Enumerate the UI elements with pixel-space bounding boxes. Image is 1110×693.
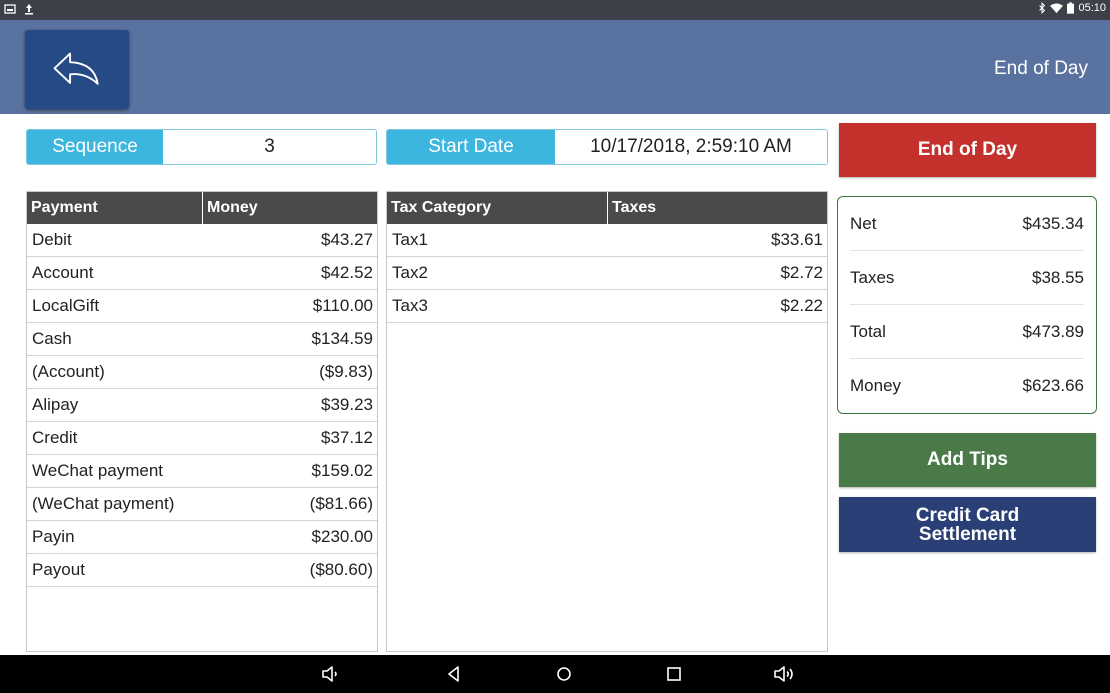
summary-row-net: Net $435.34 — [850, 197, 1084, 251]
start-date-field: Start Date 10/17/2018, 2:59:10 AM — [386, 129, 828, 165]
back-triangle-icon[interactable] — [444, 664, 464, 684]
end-of-day-button[interactable]: End of Day — [839, 123, 1096, 177]
cell-amount: $43.27 — [321, 230, 373, 249]
cell-amount: ($81.66) — [309, 494, 373, 513]
upload-icon — [25, 4, 33, 15]
summary-value: $473.89 — [1022, 321, 1084, 341]
cell-name: LocalGift — [32, 296, 100, 315]
summary-row-money: Money $623.66 — [850, 359, 1084, 413]
column-header-payment[interactable]: Payment — [27, 192, 203, 224]
start-date-value: 10/17/2018, 2:59:10 AM — [555, 130, 827, 164]
cell-amount: $39.23 — [321, 395, 373, 414]
summary-value: $435.34 — [1022, 213, 1084, 233]
clock: 05:10 — [1078, 2, 1106, 14]
cell-amount: ($80.60) — [309, 560, 373, 579]
volume-up-icon[interactable] — [772, 664, 796, 684]
payments-table-body: Debit $43.27 Account $42.52 LocalGift $110.00… — [27, 224, 377, 587]
cell-name: Payin — [32, 527, 75, 546]
volume-down-icon[interactable] — [320, 664, 340, 684]
summary-value: $38.55 — [1032, 267, 1084, 287]
table-row[interactable]: (Account) ($9.83) — [27, 356, 377, 389]
cell-amount: $134.59 — [311, 329, 373, 348]
back-button[interactable] — [25, 30, 129, 109]
table-row[interactable]: LocalGift $110.00 — [27, 290, 377, 323]
start-date-label: Start Date — [387, 130, 555, 164]
cell-amount: $37.12 — [321, 428, 373, 447]
cell-name: Debit — [32, 230, 72, 249]
table-row[interactable]: Payin $230.00 — [27, 521, 377, 554]
app-header: End of Day — [0, 20, 1110, 114]
cell-name: Cash — [32, 329, 72, 348]
cell-name: WeChat payment — [32, 461, 164, 480]
recents-square-icon[interactable] — [664, 664, 684, 684]
table-row[interactable]: Credit $37.12 — [27, 422, 377, 455]
cell-amount: ($9.83) — [319, 362, 373, 381]
cell-name: (WeChat payment) — [32, 494, 175, 513]
home-circle-icon[interactable] — [554, 664, 574, 684]
summary-panel: Net $435.34 Taxes $38.55 Total $473.89 M… — [837, 196, 1097, 414]
summary-row-taxes: Taxes $38.55 — [850, 251, 1084, 305]
cell-amount: $2.22 — [780, 296, 823, 315]
credit-card-settlement-button[interactable]: Credit Card Settlement — [839, 497, 1096, 552]
table-row[interactable]: Cash $134.59 — [27, 323, 377, 356]
back-arrow-icon — [53, 52, 99, 85]
navigation-bar — [0, 655, 1110, 693]
page-title: End of Day — [994, 58, 1088, 79]
table-row[interactable]: Tax2 $2.72 — [387, 257, 827, 290]
cell-name: Payout — [32, 560, 85, 579]
sequence-label: Sequence — [27, 130, 163, 164]
sequence-field: Sequence 3 — [26, 129, 377, 165]
table-row[interactable]: Tax3 $2.22 — [387, 290, 827, 323]
summary-row-total: Total $473.89 — [850, 305, 1084, 359]
cell-name: Tax1 — [392, 230, 428, 249]
column-header-taxes[interactable]: Taxes — [608, 192, 827, 224]
table-row[interactable]: Account $42.52 — [27, 257, 377, 290]
battery-icon — [1067, 2, 1075, 14]
status-bar: 05:10 — [0, 0, 1110, 20]
wifi-icon — [1050, 2, 1064, 13]
cell-amount: $33.61 — [771, 230, 823, 249]
payments-table-header: Payment Money — [27, 192, 377, 224]
cell-name: Credit — [32, 428, 78, 447]
cell-name: (Account) — [32, 362, 105, 381]
column-header-tax-category[interactable]: Tax Category — [387, 192, 608, 224]
taxes-table-body: Tax1 $33.61 Tax2 $2.72 Tax3 $2.22 — [387, 224, 827, 323]
cell-name: Alipay — [32, 395, 79, 414]
cell-amount: $2.72 — [780, 263, 823, 282]
cell-amount: $42.52 — [321, 263, 373, 282]
summary-label: Net — [850, 213, 877, 233]
cell-name: Account — [32, 263, 94, 282]
summary-label: Total — [850, 321, 886, 341]
cell-name: Tax3 — [392, 296, 428, 315]
sequence-value: 3 — [163, 130, 376, 164]
cell-name: Tax2 — [392, 263, 428, 282]
bluetooth-icon — [1039, 2, 1046, 14]
cell-amount: $159.02 — [311, 461, 373, 480]
column-header-money[interactable]: Money — [203, 192, 377, 224]
table-row[interactable]: Alipay $39.23 — [27, 389, 377, 422]
table-row[interactable]: Debit $43.27 — [27, 224, 377, 257]
table-row[interactable]: Payout ($80.60) — [27, 554, 377, 587]
cell-amount: $230.00 — [311, 527, 373, 546]
table-row[interactable]: (WeChat payment) ($81.66) — [27, 488, 377, 521]
table-row[interactable]: WeChat payment $159.02 — [27, 455, 377, 488]
payments-table: Payment Money Debit $43.27 Account $42.52 Lo… — [26, 191, 378, 652]
taxes-table-header: Tax Category Taxes — [387, 192, 827, 224]
table-row[interactable]: Tax1 $33.61 — [387, 224, 827, 257]
photo-icon — [4, 4, 16, 14]
summary-value: $623.66 — [1022, 376, 1084, 395]
cell-amount: $110.00 — [312, 296, 373, 315]
summary-label: Taxes — [850, 267, 895, 287]
taxes-table: Tax Category Taxes Tax1 $33.61 Tax2 $2.72 Ta… — [386, 191, 828, 652]
add-tips-button[interactable]: Add Tips — [839, 433, 1096, 487]
summary-label: Money — [850, 376, 902, 395]
